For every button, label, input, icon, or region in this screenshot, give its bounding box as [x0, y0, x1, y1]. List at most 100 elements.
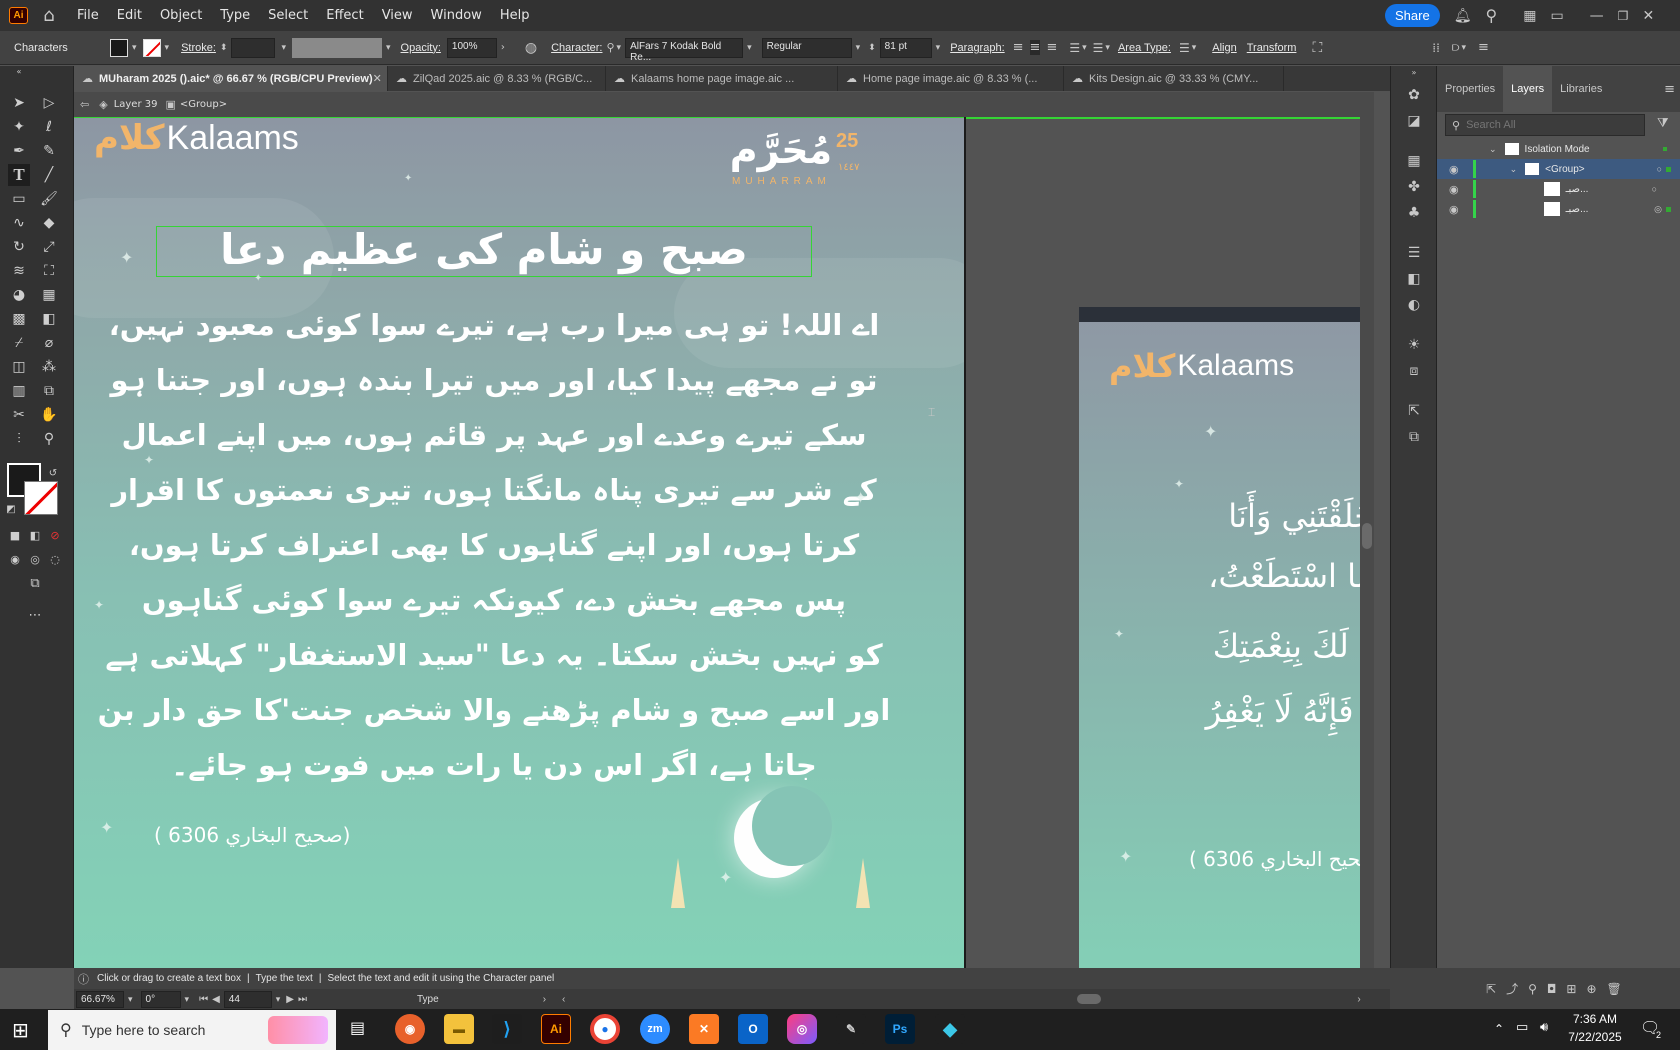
- breadcrumb-layer[interactable]: Layer 39: [114, 99, 158, 110]
- more-tools-icon[interactable]: ⋯: [24, 604, 46, 626]
- last-artboard-icon[interactable]: ⏭: [298, 994, 307, 1005]
- target-icon[interactable]: ○: [1652, 184, 1657, 194]
- align-panel-link[interactable]: Align: [1212, 42, 1236, 54]
- new-layer-icon[interactable]: ⊕: [1586, 982, 1596, 996]
- zoom-tool-icon[interactable]: ⚲: [38, 428, 60, 450]
- menu-help[interactable]: Help: [491, 8, 539, 23]
- vertical-scrollbar[interactable]: [1360, 117, 1374, 968]
- align-left-icon[interactable]: ≡: [1013, 40, 1024, 55]
- paragraph-label[interactable]: Paragraph:: [950, 42, 1004, 54]
- warp-tool-icon[interactable]: ≋: [8, 260, 30, 282]
- export-icon[interactable]: ⇱: [1403, 400, 1425, 422]
- chevron-down-icon[interactable]: ▾: [856, 43, 861, 53]
- close-window-icon[interactable]: ✕: [1642, 8, 1654, 24]
- mesh-tool-icon[interactable]: ▩: [8, 308, 30, 330]
- menu-type[interactable]: Type: [211, 8, 259, 23]
- collapse-icon[interactable]: »: [1403, 66, 1425, 78]
- lasso-icon[interactable]: ℓ: [38, 116, 60, 138]
- area-type-icon[interactable]: ☰: [1179, 41, 1190, 55]
- align-right-icon[interactable]: ≡: [1046, 40, 1057, 55]
- locate-object-icon[interactable]: ⚲: [1528, 982, 1537, 996]
- new-sublayer-icon[interactable]: ⊞: [1566, 982, 1576, 996]
- chevron-down-icon[interactable]: ▾: [276, 994, 281, 1005]
- recolor-icon[interactable]: ◍: [525, 40, 537, 56]
- free-transform-icon[interactable]: ⛶: [38, 260, 60, 282]
- artboard-secondary[interactable]: كلام Kalaams ✦ ✦ ✦ ✦ خَلَقْتَنِي وَأَنَا…: [1079, 307, 1374, 968]
- vscode-icon[interactable]: ⟩: [492, 1014, 522, 1044]
- make-clipping-mask-icon[interactable]: ◘: [1547, 982, 1557, 996]
- magic-wand-icon[interactable]: ✦: [8, 116, 30, 138]
- chevron-down-icon[interactable]: ▾: [1461, 43, 1466, 53]
- transform-panel-link[interactable]: Transform: [1247, 42, 1297, 54]
- perspective-grid-icon[interactable]: ▦: [38, 284, 60, 306]
- chevron-down-icon[interactable]: ▾: [936, 43, 941, 53]
- creative-cloud-icon[interactable]: ◎: [787, 1014, 817, 1044]
- firefox-icon[interactable]: ◉: [395, 1014, 425, 1044]
- network-icon[interactable]: ▭: [1516, 1020, 1528, 1035]
- appearance-icon[interactable]: ☀: [1403, 334, 1425, 356]
- eraser-icon[interactable]: ◆: [38, 212, 60, 234]
- tab-home-page[interactable]: ☁ Home page image.aic @ 8.33 % (...: [838, 66, 1064, 91]
- file-explorer-icon[interactable]: ▬: [444, 1014, 474, 1044]
- next-artboard-icon[interactable]: ▶: [286, 994, 294, 1005]
- color-panel-icon[interactable]: ◪: [1403, 110, 1425, 132]
- graphic-styles-icon[interactable]: ⧈: [1403, 360, 1425, 382]
- chevron-down-icon[interactable]: ▾: [281, 43, 286, 53]
- menu-file[interactable]: File: [68, 8, 108, 23]
- eye-icon[interactable]: ◉: [1449, 163, 1459, 176]
- tab-kits-design[interactable]: ☁ Kits Design.aic @ 33.33 % (CMY...: [1064, 66, 1284, 91]
- windows-start-icon[interactable]: ⊞: [12, 1018, 29, 1042]
- artboard-main[interactable]: كلام Kalaams 25 مُحَرَّم MUHARRAM ١٤٤٧ ص…: [74, 118, 964, 968]
- stroke-swatch[interactable]: [142, 38, 161, 57]
- menu-object[interactable]: Object: [151, 8, 211, 23]
- chevron-down-icon[interactable]: ▾: [1082, 43, 1087, 53]
- chevron-down-icon[interactable]: ▾: [747, 43, 752, 53]
- minimize-icon[interactable]: —: [1590, 8, 1604, 24]
- pen-app-icon[interactable]: ✎: [836, 1014, 866, 1044]
- symbol-sprayer-icon[interactable]: ⁂: [38, 356, 60, 378]
- group-row[interactable]: ◉ ⌄ <Group> ○: [1437, 159, 1680, 179]
- hand-tool-icon[interactable]: ✋: [38, 404, 60, 426]
- delete-layer-icon[interactable]: 🗑︎: [1607, 982, 1622, 996]
- color-mode-icon[interactable]: ■: [4, 524, 26, 546]
- draw-inside-icon[interactable]: ◌: [44, 548, 66, 570]
- chevron-down-icon[interactable]: ▾: [1192, 43, 1197, 53]
- stroke-panel-icon[interactable]: ☰: [1403, 242, 1425, 264]
- layers-search[interactable]: ⚲: [1445, 114, 1645, 136]
- variable-width-profile[interactable]: [292, 37, 382, 58]
- transparency-icon[interactable]: ◐: [1403, 294, 1425, 316]
- paintbrush-icon[interactable]: 🖌︎: [38, 188, 60, 210]
- swatches-icon[interactable]: ▦: [1403, 150, 1425, 172]
- body-text-block[interactable]: اے اللہ! تو ہی میرا رب ہے، تیرے سوا کوئی…: [94, 298, 894, 793]
- chevron-down-icon[interactable]: ▾: [185, 994, 190, 1005]
- panel-options-icon[interactable]: ⫐: [1452, 40, 1460, 55]
- align-objects-icon[interactable]: ⫶: [8, 428, 30, 450]
- photoshop-icon[interactable]: Ps: [885, 1014, 915, 1044]
- menu-effect[interactable]: Effect: [317, 8, 372, 23]
- layers-search-input[interactable]: [1466, 119, 1617, 131]
- menu-select[interactable]: Select: [259, 8, 317, 23]
- gradient-mode-icon[interactable]: ◧: [24, 524, 46, 546]
- canvas[interactable]: كلام Kalaams 25 مُحَرَّم MUHARRAM ١٤٤٧ ص…: [74, 117, 1374, 968]
- chevron-down-icon[interactable]: ⌄: [1510, 164, 1518, 175]
- rectangle-tool-icon[interactable]: ▭: [8, 188, 30, 210]
- tab-kalaams-home[interactable]: ☁ Kalaams home page image.aic ...: [606, 66, 838, 91]
- menu-icon[interactable]: ≡: [1478, 40, 1489, 55]
- chevron-down-icon[interactable]: ▾: [132, 43, 137, 53]
- horizontal-scrollbar[interactable]: [571, 994, 1351, 1004]
- scroll-thumb[interactable]: [1362, 523, 1372, 549]
- app-diamond-icon[interactable]: ◆: [935, 1014, 965, 1044]
- clock-date[interactable]: 7/22/2025: [1560, 1030, 1630, 1044]
- outlook-icon[interactable]: O: [738, 1014, 768, 1044]
- chevron-right-icon[interactable]: ›: [501, 42, 505, 53]
- prev-artboard-icon[interactable]: ◀: [212, 994, 220, 1005]
- font-style-field[interactable]: Regular: [761, 37, 852, 58]
- search-icon[interactable]: ⚲: [1485, 6, 1497, 25]
- target-icon[interactable]: ○: [1657, 164, 1662, 174]
- tray-chevron-icon[interactable]: ⌃: [1494, 1022, 1504, 1036]
- opacity-field[interactable]: 100%: [446, 37, 497, 58]
- workspace-icon[interactable]: ▦: [1523, 8, 1536, 24]
- tab-libraries[interactable]: Libraries: [1552, 66, 1610, 112]
- draw-normal-icon[interactable]: ◉: [4, 548, 26, 570]
- isolate-icon[interactable]: ⛶: [1312, 40, 1322, 56]
